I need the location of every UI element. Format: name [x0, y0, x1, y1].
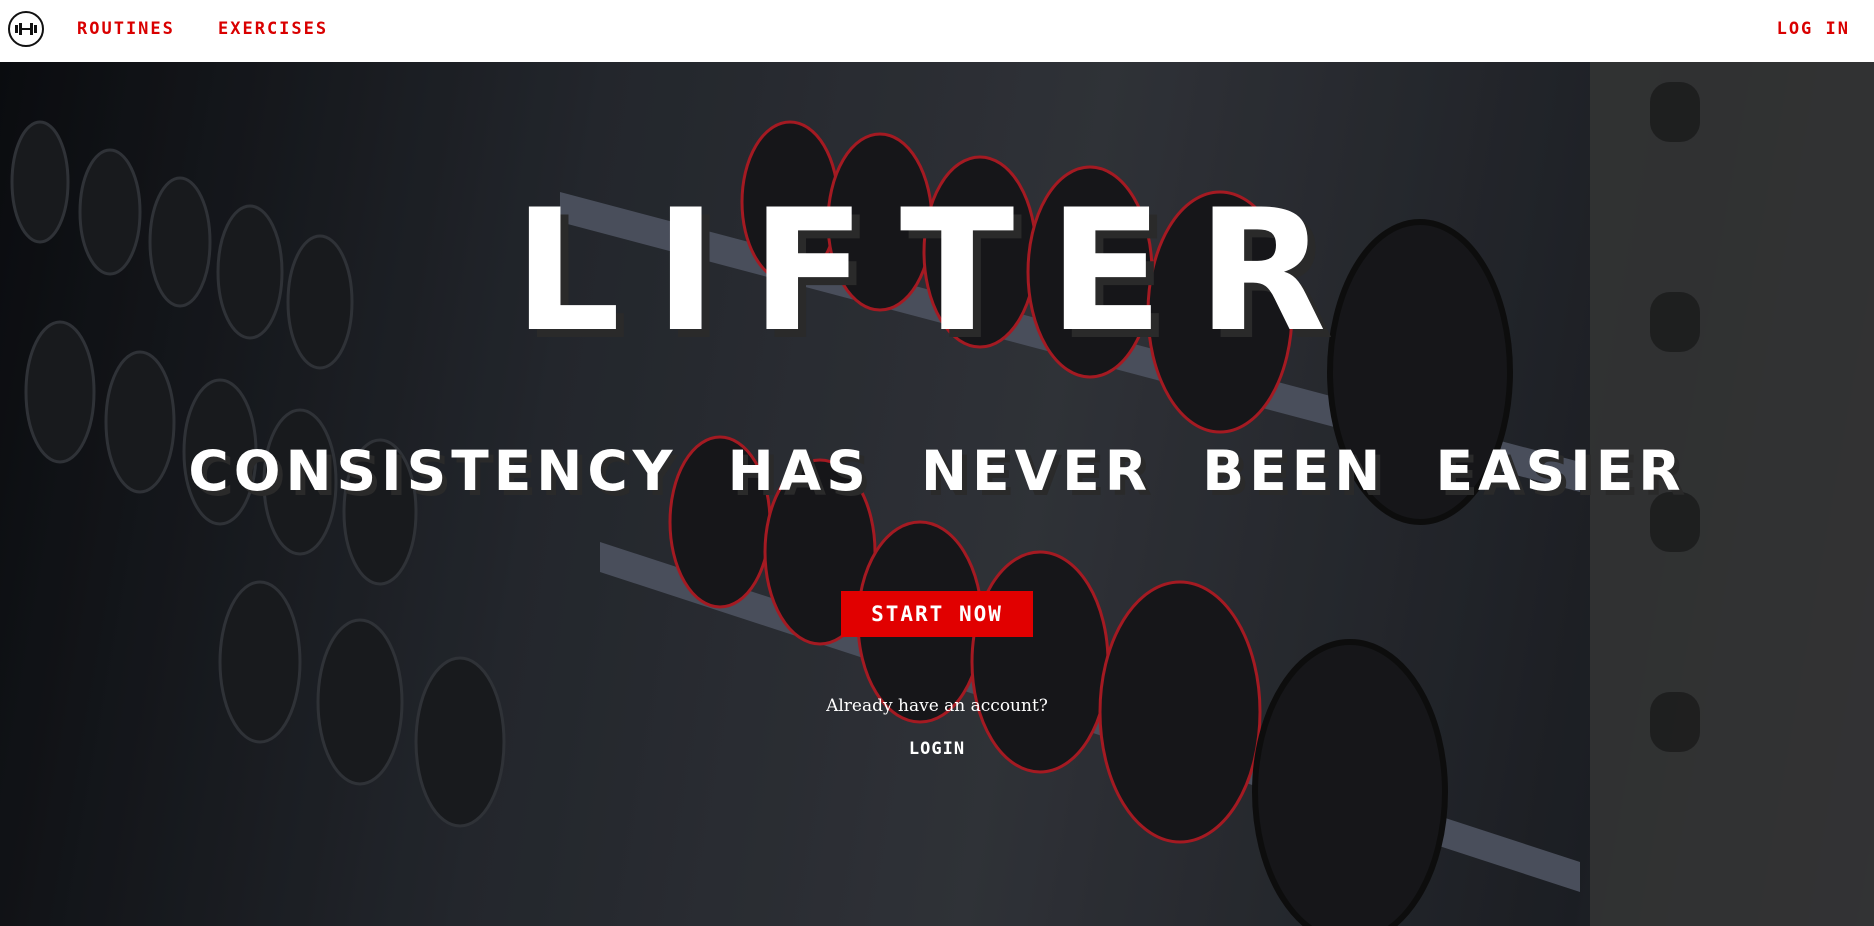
dumbbell-icon[interactable]	[8, 11, 44, 47]
hero-login-link[interactable]: LOGIN	[0, 739, 1874, 759]
nav-exercises-link[interactable]: EXERCISES	[218, 19, 328, 39]
hero-subtitle: CONSISTENCY HAS NEVER BEEN EASIER	[188, 439, 1686, 503]
hero-section: LIFTER CONSISTENCY HAS NEVER BEEN EASIER…	[0, 62, 1874, 926]
nav-login-link[interactable]: LOG IN	[1777, 19, 1850, 39]
nav-routines-link[interactable]: ROUTINES	[77, 19, 175, 39]
account-prompt: Already have an account?	[826, 696, 1048, 716]
hero-title: LIFTER	[513, 173, 1361, 369]
start-now-button[interactable]: START NOW	[841, 591, 1033, 637]
top-navbar: ROUTINES EXERCISES LOG IN	[0, 0, 1874, 62]
